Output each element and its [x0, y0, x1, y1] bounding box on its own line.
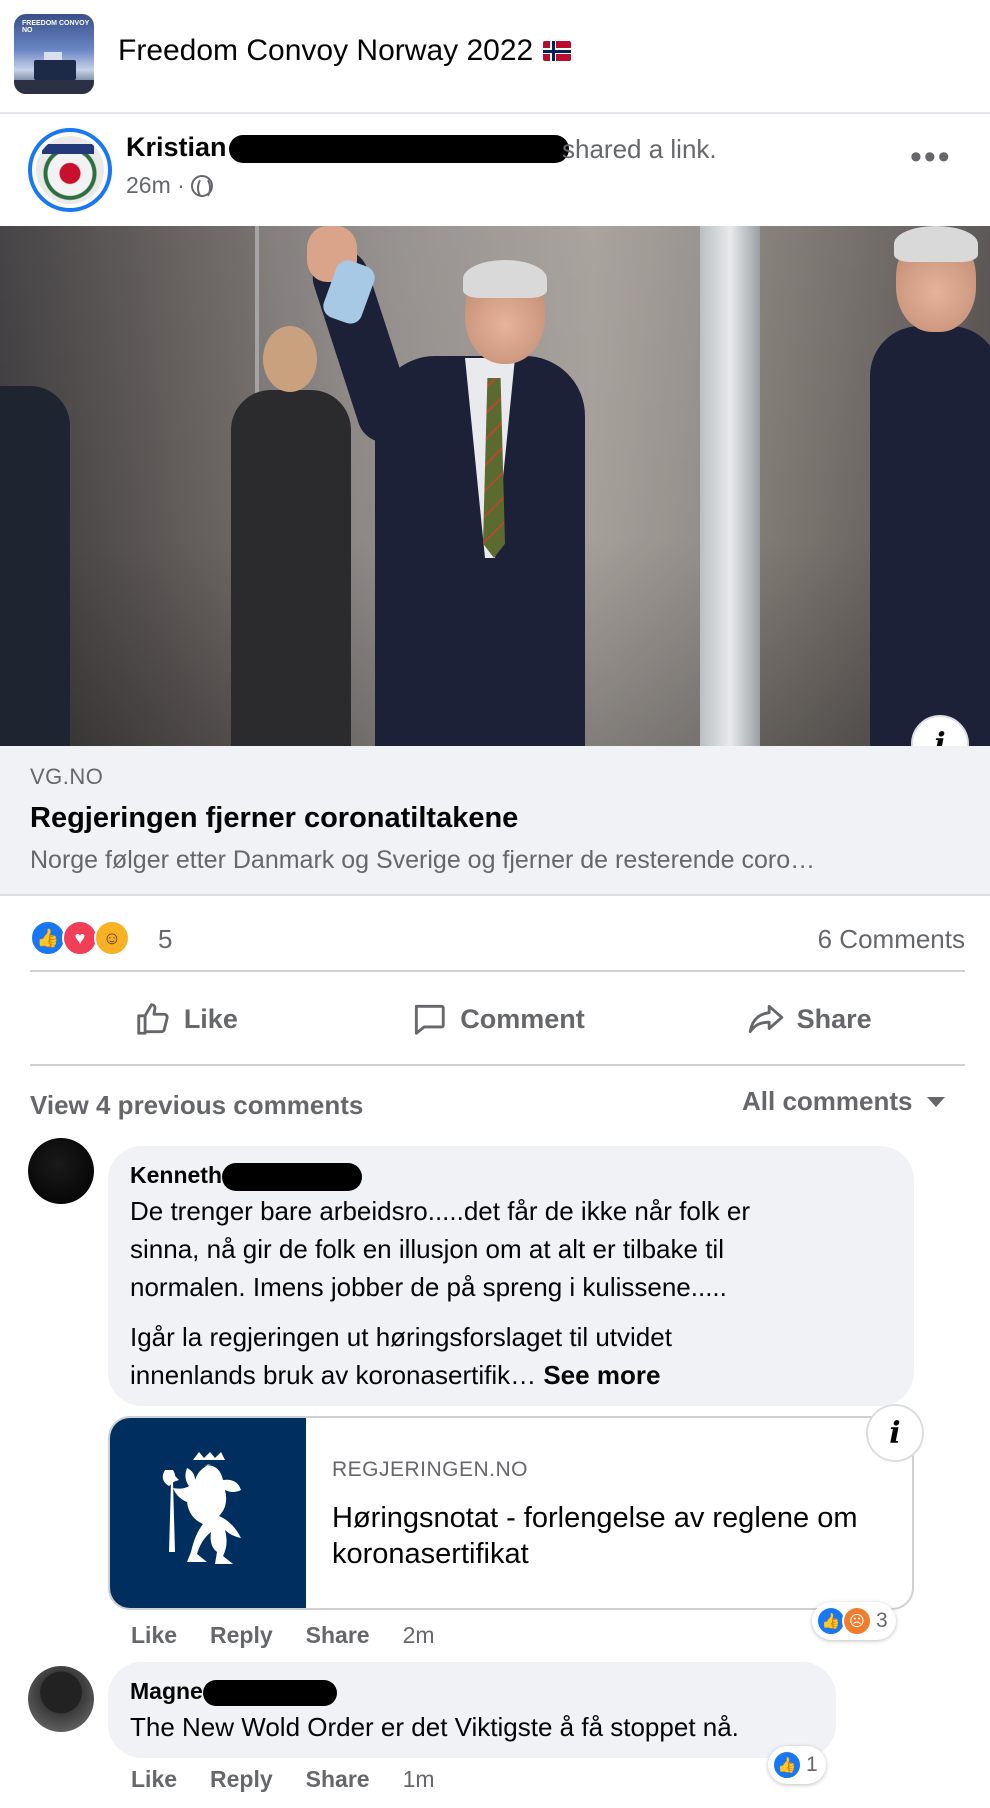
like-label: Like: [183, 1003, 238, 1034]
globe-icon: [190, 174, 213, 199]
post-meta: 26m ·: [126, 172, 213, 199]
comment-line: Igår la regjeringen ut høringsforslaget …: [130, 1322, 672, 1352]
post-timestamp[interactable]: 26m ·: [126, 172, 185, 199]
love-reaction-icon: ♥: [62, 920, 98, 956]
group-name: Freedom Convoy Norway 2022: [118, 34, 534, 67]
post-actions: Like Comment Share: [30, 974, 965, 1066]
commenter-name[interactable]: Magne: [130, 1678, 337, 1706]
comments-filter-dropdown[interactable]: All comments: [742, 1086, 945, 1117]
author-name[interactable]: Kristian: [126, 132, 569, 163]
comment-bubble: Magne The New Wold Order er det Viktigst…: [108, 1662, 836, 1758]
norway-flag-icon: [543, 41, 572, 61]
thumbs-up-icon: [137, 1003, 169, 1035]
comment-link-domain: REGJERINGEN.NO: [332, 1458, 529, 1481]
comment-label: Comment: [460, 1003, 585, 1034]
comment-line: De trenger bare arbeidsro.....det får de…: [130, 1196, 750, 1226]
comment-link-card[interactable]: REGJERINGEN.NO Høringsnotat - forlengels…: [108, 1416, 914, 1610]
comment-link-info-icon[interactable]: i: [866, 1404, 924, 1462]
comment-reaction-count: 1: [806, 1753, 818, 1776]
group-thumbnail-text: FREEDOM CONVOY NO: [22, 20, 90, 34]
share-icon: [748, 1004, 783, 1034]
author-avatar[interactable]: [28, 128, 112, 212]
haha-reaction-icon: ☺: [94, 920, 130, 956]
link-card[interactable]: VG.NO Regjeringen fjerner coronatiltaken…: [0, 746, 990, 896]
commenter-avatar[interactable]: [28, 1138, 94, 1204]
truck-shape: [34, 60, 76, 80]
more-options-button[interactable]: •••: [910, 138, 952, 177]
person-background: [225, 326, 351, 746]
post-action-text: shared a link.: [562, 134, 717, 164]
comment-reactions[interactable]: 👍 ☹ 3: [812, 1602, 896, 1640]
comment-reply-button[interactable]: Reply: [210, 1766, 273, 1793]
comment-button[interactable]: Comment: [342, 974, 654, 1064]
comment-line: normalen. Imens jobber de på spreng i ku…: [130, 1272, 727, 1302]
comment-line: innenlands bruk av koronasertifik… See m…: [130, 1356, 910, 1394]
commenter-name[interactable]: Kenneth: [130, 1162, 362, 1191]
view-previous-comments[interactable]: View 4 previous comments: [30, 1090, 363, 1121]
comment-reactions[interactable]: 👍 1: [768, 1746, 826, 1784]
comment-text: The New Wold Order er det Viktigste å få…: [130, 1712, 739, 1742]
person-waving: [305, 226, 585, 746]
comments-count[interactable]: 6 Comments: [818, 924, 965, 955]
road-shape: [14, 80, 94, 94]
share-label: Share: [796, 1003, 872, 1034]
comment-truncated-text: innenlands bruk av koronasertifik…: [130, 1360, 537, 1390]
comment-share-button[interactable]: Share: [306, 1622, 370, 1649]
group-thumbnail[interactable]: FREEDOM CONVOY NO: [14, 14, 94, 94]
reaction-count[interactable]: 5: [158, 924, 172, 955]
comment-like-button[interactable]: Like: [131, 1766, 177, 1793]
comment-line: sinna, nå gir de folk en illusjon om at …: [130, 1234, 724, 1264]
group-header: FREEDOM CONVOY NO Freedom Convoy Norway …: [0, 0, 990, 114]
comment-actions: Like Reply Share 1m: [131, 1766, 435, 1793]
comment-reply-button[interactable]: Reply: [210, 1622, 273, 1649]
lion-crest-icon: [162, 1452, 241, 1564]
link-description: Norge følger etter Danmark og Sverige og…: [30, 846, 816, 874]
comment-icon: [415, 1004, 445, 1035]
like-reaction-icon: 👍: [772, 1750, 802, 1780]
comment-link-title: Høringsnotat - forlengelse av reglene om…: [332, 1502, 858, 1570]
like-button[interactable]: Like: [30, 974, 342, 1064]
link-title: Regjeringen fjerner coronatiltakene: [30, 802, 519, 834]
author-first-name: Kristian: [126, 132, 227, 162]
redaction-bar: [202, 1679, 337, 1706]
chevron-down-icon: [926, 1096, 945, 1107]
link-preview-image[interactable]: [0, 226, 990, 746]
redaction-bar: [222, 1162, 362, 1191]
commenter-avatar[interactable]: [28, 1666, 94, 1732]
person-reflection: [870, 226, 990, 746]
see-more-link[interactable]: See more: [543, 1360, 660, 1390]
like-reaction-icon: 👍: [30, 920, 66, 956]
comment-timestamp[interactable]: 2m: [403, 1622, 435, 1649]
comment-timestamp[interactable]: 1m: [403, 1766, 435, 1793]
comment-reaction-count: 3: [876, 1609, 888, 1632]
door-frame: [700, 226, 760, 746]
reaction-icons[interactable]: 👍 ♥ ☺: [30, 920, 130, 958]
reactions-summary: 👍 ♥ ☺ 5 6 Comments: [30, 912, 965, 972]
regjeringen-logo: [110, 1418, 306, 1608]
angry-reaction-icon: ☹: [842, 1606, 872, 1636]
comment-actions: Like Reply Share 2m: [131, 1622, 435, 1649]
post-header: Kristian shared a link. 26m · •••: [0, 116, 990, 226]
redaction-bar: [228, 134, 569, 163]
comment-share-button[interactable]: Share: [306, 1766, 370, 1793]
comment-text: De trenger bare arbeidsro.....det får de…: [130, 1192, 910, 1394]
link-domain: VG.NO: [30, 764, 104, 789]
comment-like-button[interactable]: Like: [131, 1622, 177, 1649]
commenter-first-name: Magne: [130, 1678, 203, 1704]
share-button[interactable]: Share: [653, 974, 965, 1064]
comment-bubble: Kenneth De trenger bare arbeidsro.....de…: [108, 1146, 914, 1406]
group-title[interactable]: Freedom Convoy Norway 2022: [118, 34, 572, 68]
comments-filter-label: All comments: [742, 1086, 913, 1116]
commenter-first-name: Kenneth: [130, 1162, 222, 1188]
person-silhouette: [0, 386, 70, 746]
